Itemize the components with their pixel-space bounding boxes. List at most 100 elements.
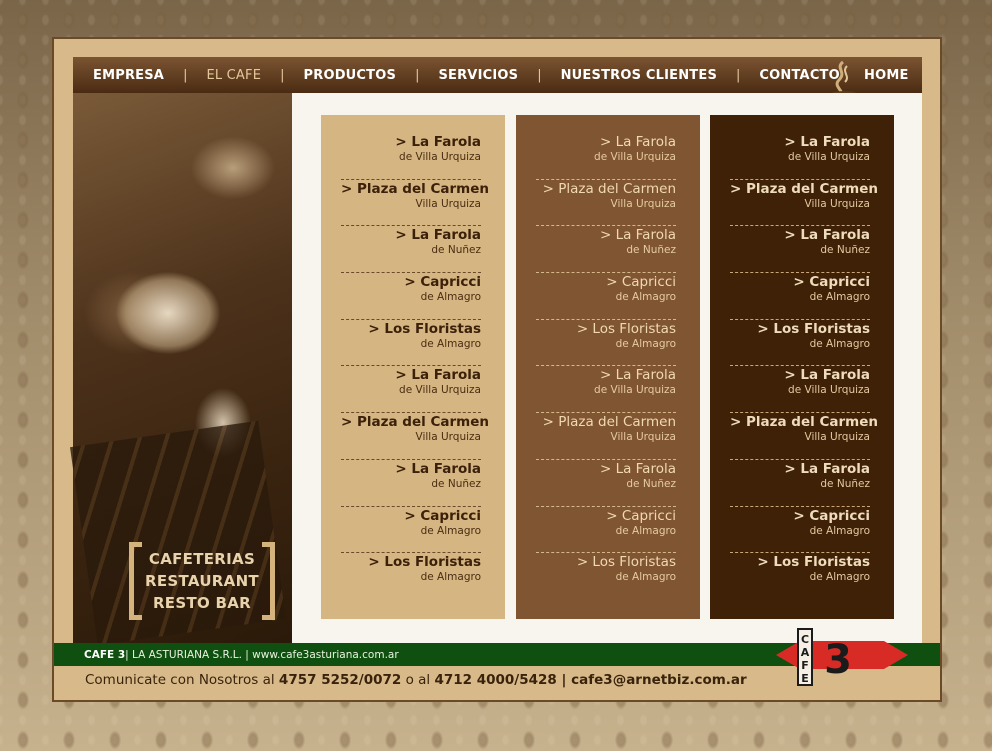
- location-area: Villa Urquiza: [610, 431, 676, 444]
- location-entry[interactable]: > La Farola de Nuñez: [730, 226, 870, 274]
- location-entry[interactable]: > Los Floristas de Almagro: [730, 553, 870, 600]
- location-name[interactable]: > La Farola: [341, 461, 481, 478]
- location-name[interactable]: > Capricci: [536, 274, 676, 291]
- location-area: de Nuñez: [431, 477, 481, 490]
- nav-nuestros-clientes[interactable]: NUESTROS CLIENTES: [561, 68, 717, 83]
- contact-phone-1: 4757 5252/0072: [278, 672, 402, 688]
- nav-servicios[interactable]: SERVICIOS: [438, 68, 518, 83]
- location-entry[interactable]: > Capricci de Almagro: [536, 507, 676, 554]
- location-name[interactable]: > La Farola: [341, 134, 481, 151]
- location-entry[interactable]: > La Farola de Villa Urquiza: [536, 133, 676, 180]
- location-area: de Almagro: [615, 337, 676, 350]
- location-name[interactable]: > Los Floristas: [341, 554, 481, 571]
- logo-arrow-left: [776, 641, 800, 669]
- location-entry[interactable]: > Los Floristas de Almagro: [536, 320, 676, 367]
- location-name[interactable]: > Capricci: [341, 274, 481, 291]
- location-name[interactable]: > La Farola: [730, 134, 870, 151]
- location-entry[interactable]: > La Farola de Nuñez: [536, 460, 676, 507]
- location-name[interactable]: > Plaza del Carmen: [730, 414, 878, 431]
- locations-column-light: > La Farola de Villa Urquiza > Plaza del …: [321, 115, 505, 619]
- location-entry[interactable]: > Capricci de Almagro: [341, 507, 481, 554]
- location-area: Villa Urquiza: [610, 197, 676, 210]
- location-name[interactable]: > La Farola: [536, 461, 676, 478]
- location-area: de Nuñez: [431, 244, 481, 257]
- location-area: de Almagro: [809, 524, 870, 537]
- location-name[interactable]: > Capricci: [341, 508, 481, 525]
- location-entry[interactable]: > Los Floristas de Almagro: [536, 553, 676, 600]
- location-name[interactable]: > Capricci: [536, 508, 676, 525]
- location-entry[interactable]: > Plaza del Carmen Villa Urquiza: [341, 413, 489, 460]
- location-name[interactable]: > La Farola: [536, 134, 676, 151]
- location-area: de Nuñez: [626, 477, 676, 490]
- location-name[interactable]: > Plaza del Carmen: [730, 181, 878, 198]
- page-frame: EMPRESA | EL CAFE | PRODUCTOS | SERVICIO…: [52, 37, 942, 702]
- location-name[interactable]: > Plaza del Carmen: [341, 414, 489, 431]
- nav-home[interactable]: HOME: [864, 68, 909, 83]
- logo-cafe-letter-c: C: [801, 633, 809, 646]
- contact-prefix: Comunicate con Nosotros al: [85, 672, 279, 688]
- location-area: Villa Urquiza: [804, 431, 870, 444]
- location-area: Villa Urquiza: [804, 197, 870, 210]
- cafe3-logo: C A F E 3: [776, 628, 908, 686]
- logo-number: 3: [824, 637, 852, 683]
- location-area: de Almagro: [809, 571, 870, 584]
- location-name[interactable]: > Los Floristas: [536, 321, 676, 338]
- nav-empresa[interactable]: EMPRESA: [93, 68, 164, 83]
- location-entry[interactable]: > Capricci de Almagro: [730, 273, 870, 320]
- location-entry[interactable]: > La Farola de Nuñez: [341, 226, 481, 274]
- location-name[interactable]: > Los Floristas: [341, 321, 481, 338]
- location-entry[interactable]: > Capricci de Almagro: [536, 273, 676, 320]
- location-name[interactable]: > La Farola: [730, 461, 870, 478]
- location-name[interactable]: > Los Floristas: [730, 321, 870, 338]
- location-area: de Almagro: [809, 337, 870, 350]
- location-name[interactable]: > Plaza del Carmen: [536, 181, 676, 198]
- location-entry[interactable]: > Plaza del Carmen Villa Urquiza: [536, 413, 676, 460]
- location-entry[interactable]: > La Farola de Villa Urquiza: [536, 366, 676, 414]
- location-entry[interactable]: > La Farola de Nuñez: [536, 226, 676, 274]
- location-area: de Almagro: [615, 524, 676, 537]
- location-entry[interactable]: > La Farola de Nuñez: [730, 460, 870, 507]
- location-name[interactable]: > La Farola: [341, 227, 481, 244]
- location-name[interactable]: > La Farola: [536, 367, 676, 384]
- location-area: de Almagro: [420, 524, 481, 537]
- location-name[interactable]: > La Farola: [730, 367, 870, 384]
- location-name[interactable]: > Capricci: [730, 508, 870, 525]
- location-entry[interactable]: > La Farola de Nuñez: [341, 460, 481, 507]
- location-entry[interactable]: > Plaza del Carmen Villa Urquiza: [730, 413, 878, 460]
- location-name[interactable]: > La Farola: [730, 227, 870, 244]
- location-entry[interactable]: > Los Floristas de Almagro: [341, 553, 481, 600]
- location-area: de Villa Urquiza: [594, 151, 676, 163]
- footer-company-info[interactable]: | LA ASTURIANA S.R.L. | www.cafe3asturia…: [125, 649, 399, 661]
- location-entry[interactable]: > Los Floristas de Almagro: [341, 320, 481, 367]
- cafe-category-label: CAFETERIAS RESTAURANT RESTO BAR: [129, 542, 275, 620]
- contact-email[interactable]: cafe3@arnetbiz.com.ar: [571, 672, 747, 688]
- location-entry[interactable]: > La Farola de Villa Urquiza: [730, 133, 870, 180]
- footer-contact-line: Comunicate con Nosotros al 4757 5252/007…: [85, 672, 747, 688]
- location-name[interactable]: > La Farola: [341, 367, 481, 384]
- location-name[interactable]: > Plaza del Carmen: [341, 181, 489, 198]
- location-area: de Almagro: [420, 291, 481, 304]
- location-area: de Almagro: [420, 337, 481, 350]
- location-name[interactable]: > Los Floristas: [730, 554, 870, 571]
- nav-separator: |: [183, 67, 188, 83]
- location-name[interactable]: > La Farola: [536, 227, 676, 244]
- location-entry[interactable]: > La Farola de Villa Urquiza: [341, 366, 481, 414]
- location-entry[interactable]: > Capricci de Almagro: [730, 507, 870, 554]
- location-area: Villa Urquiza: [415, 431, 481, 444]
- logo-cafe-letter-a: A: [801, 646, 810, 659]
- location-name[interactable]: > Plaza del Carmen: [536, 414, 676, 431]
- location-entry[interactable]: > La Farola de Villa Urquiza: [730, 366, 870, 414]
- main-content: CAFETERIAS RESTAURANT RESTO BAR > La Far…: [70, 93, 922, 646]
- location-entry[interactable]: > Plaza del Carmen Villa Urquiza: [341, 180, 489, 227]
- location-name[interactable]: > Los Floristas: [536, 554, 676, 571]
- nav-separator: |: [280, 67, 285, 83]
- location-entry[interactable]: > Capricci de Almagro: [341, 273, 481, 320]
- location-entry[interactable]: > Plaza del Carmen Villa Urquiza: [730, 180, 878, 227]
- nav-el-cafe[interactable]: EL CAFE: [206, 68, 261, 83]
- nav-productos[interactable]: PRODUCTOS: [304, 68, 397, 83]
- location-entry[interactable]: > Plaza del Carmen Villa Urquiza: [536, 180, 676, 227]
- location-entry[interactable]: > La Farola de Villa Urquiza: [341, 133, 481, 180]
- location-entry[interactable]: > Los Floristas de Almagro: [730, 320, 870, 367]
- location-name[interactable]: > Capricci: [730, 274, 870, 291]
- location-area: de Nuñez: [820, 244, 870, 257]
